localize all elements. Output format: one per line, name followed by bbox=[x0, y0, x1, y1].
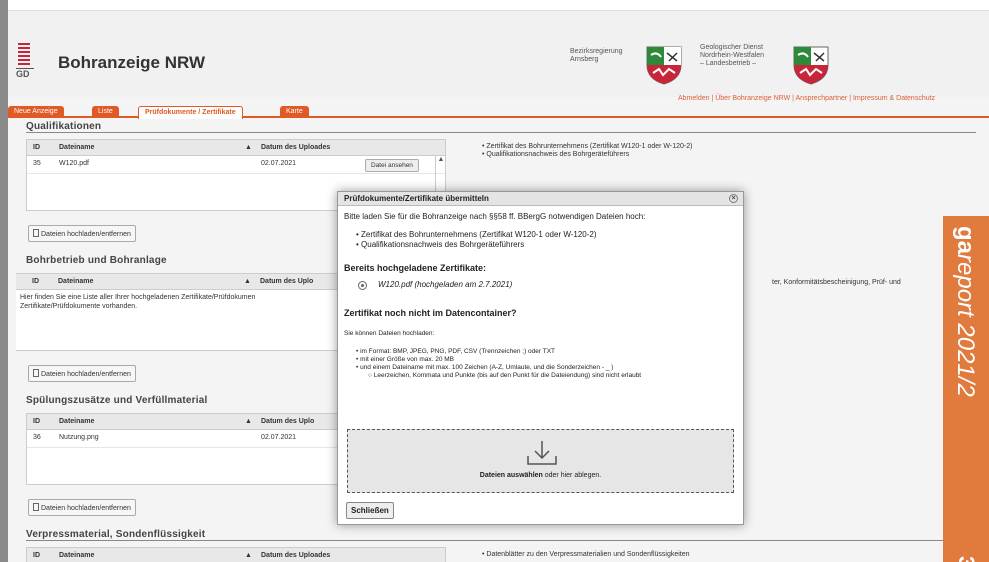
document-icon bbox=[33, 229, 39, 237]
close-button[interactable]: Schließen bbox=[346, 502, 394, 519]
org-gd-line1: Geologischer Dienst bbox=[700, 44, 764, 51]
rule-1: • im Format: BMP, JPEG, PNG, PDF, CSV (T… bbox=[356, 348, 556, 355]
rule-3: • und einem Dateiname mit max. 100 Zeich… bbox=[356, 364, 614, 371]
org-gd-line2: Nordrhein-Westfalen bbox=[700, 52, 765, 59]
tab-karte[interactable]: Karte bbox=[280, 106, 309, 118]
hint-bohrbetrieb: ter, Konformitätsbescheinigung, Prüf- un… bbox=[772, 279, 901, 286]
cell-datum: 02.07.2021 bbox=[261, 160, 297, 167]
banner-brand-italic: report 2021/2 bbox=[952, 254, 979, 397]
hint-verpress: • Datenblätter zu den Verpressmaterialie… bbox=[482, 551, 690, 558]
rule-2: • mit einer Größe von max. 20 MB bbox=[356, 356, 455, 363]
grid-verpress: ID Dateiname ▲ Datum des Uploades bbox=[26, 547, 446, 562]
org-bezreg-line1: Bezirksregierung bbox=[570, 48, 623, 55]
rule-4: ○ Leerzeichen, Kommata und Punkte (bis a… bbox=[368, 372, 642, 379]
upload-button-spuelung[interactable]: Dateien hochladen/entfernen bbox=[28, 499, 136, 516]
tab-bar: Neue Anzeige Liste Prüfdokumente / Zerti… bbox=[8, 106, 989, 119]
upload-label: Dateien hochladen/entfernen bbox=[41, 371, 131, 378]
hint-line-2: • Qualifikationsnachweis des Bohrgerätef… bbox=[482, 151, 630, 158]
gd-logo-text: GD bbox=[16, 68, 34, 79]
radio-icon[interactable] bbox=[358, 281, 367, 290]
app-header: GD Bohranzeige NRW Bezirksregierung Arns… bbox=[8, 11, 989, 97]
col-dateiname: Dateiname bbox=[59, 144, 95, 151]
col-datum: Datum des Uplo bbox=[261, 418, 315, 425]
tab-pruefdokumente[interactable]: Prüfdokumente / Zertifikate bbox=[138, 106, 243, 119]
upload-button-bohrbetrieb[interactable]: Dateien hochladen/entfernen bbox=[28, 365, 136, 382]
sort-icon[interactable]: ▲ bbox=[244, 278, 251, 285]
required-item-1: • Zertifikat des Bohrunternehmens (Zerti… bbox=[356, 230, 597, 239]
banner-brand-bold: ga bbox=[952, 226, 979, 255]
upload-dialog: Prüfdokumente/Zertifikate übermitteln × … bbox=[337, 191, 744, 525]
missing-heading: Zertifikat noch nicht im Datencontainer? bbox=[344, 308, 517, 318]
section-title-spuelung: Spülungszusätze und Verfüllmaterial bbox=[26, 395, 208, 406]
datei-ansehen-button[interactable]: Datei ansehen bbox=[365, 159, 419, 172]
col-id: ID bbox=[33, 552, 40, 559]
document-icon bbox=[33, 369, 39, 377]
col-dateiname: Dateiname bbox=[58, 278, 94, 285]
tab-neue-anzeige[interactable]: Neue Anzeige bbox=[8, 106, 64, 118]
close-icon[interactable]: × bbox=[729, 194, 738, 203]
uploaded-heading: Bereits hochgeladene Zertifikate: bbox=[344, 263, 487, 273]
col-datum: Datum des Uplo bbox=[260, 278, 314, 285]
rules-list: • im Format: BMP, JPEG, PNG, PDF, CSV (T… bbox=[356, 348, 641, 380]
section-title-verpress: Verpressmaterial, Sondenflüssigkeit bbox=[26, 529, 976, 541]
dropzone-rest: oder hier ablegen. bbox=[542, 472, 602, 479]
col-dateiname: Dateiname bbox=[59, 418, 95, 425]
col-dateiname: Dateiname bbox=[59, 552, 95, 559]
sort-icon[interactable]: ▲ bbox=[245, 418, 252, 425]
app-title: Bohranzeige NRW bbox=[58, 53, 206, 72]
col-id: ID bbox=[33, 418, 40, 425]
upload-label: Dateien hochladen/entfernen bbox=[41, 505, 131, 512]
hint-line-1: • Zertifikat des Bohrunternehmens (Zerti… bbox=[482, 143, 693, 150]
org-bezreg-line2: Arnsberg bbox=[570, 56, 599, 63]
org-gd: Geologischer Dienst Nordrhein-Westfalen … bbox=[700, 44, 764, 68]
hint-qualifikationen: • Zertifikat des Bohrunternehmens (Zerti… bbox=[482, 143, 692, 159]
org-gd-line3: – Landesbetrieb – bbox=[700, 60, 757, 67]
banner-brand: gareport 2021/2 bbox=[951, 226, 979, 397]
upload-button-qualifikationen[interactable]: Dateien hochladen/entfernen bbox=[28, 225, 136, 242]
section-title-qualifikationen: Qualifikationen bbox=[26, 121, 976, 133]
dialog-title: Prüfdokumente/Zertifikate übermitteln bbox=[344, 194, 489, 203]
grid-header: ID Dateiname ▲ Datum des Uploades bbox=[27, 548, 445, 562]
download-arrow-icon bbox=[527, 441, 557, 465]
dialog-intro: Bitte laden Sie für die Bohranzeige nach… bbox=[344, 212, 646, 221]
nrw-coat-of-arms-icon bbox=[646, 46, 682, 85]
select-files-link[interactable]: Dateien auswählen bbox=[480, 472, 543, 479]
required-item-2: • Qualifikationsnachweis des Bohrgerätef… bbox=[356, 240, 525, 249]
cell-id: 35 bbox=[33, 160, 41, 167]
cell-dateiname: W120.pdf bbox=[59, 160, 89, 167]
can-upload-text: Sie können Dateien hochladen: bbox=[344, 330, 435, 337]
org-bezreg: Bezirksregierung Arnsberg bbox=[570, 48, 623, 64]
tab-liste[interactable]: Liste bbox=[92, 106, 119, 118]
section-title-bohrbetrieb: Bohrbetrieb und Bohranlage bbox=[26, 255, 167, 266]
sort-icon[interactable]: ▲ bbox=[245, 552, 252, 559]
top-nav-links[interactable]: Abmelden | Über Bohranzeige NRW | Anspre… bbox=[678, 95, 935, 102]
col-datum: Datum des Uploades bbox=[261, 144, 331, 151]
sort-icon[interactable]: ▲ bbox=[245, 144, 252, 151]
grid-header: ID Dateiname ▲ Datum des Uploades bbox=[27, 140, 445, 156]
required-list: • Zertifikat des Bohrunternehmens (Zerti… bbox=[356, 230, 597, 250]
col-datum: Datum des Uploades bbox=[261, 552, 331, 559]
dropzone-text: Dateien auswählen oder hier ablegen. bbox=[348, 472, 733, 479]
file-dropzone[interactable]: Dateien auswählen oder hier ablegen. bbox=[347, 429, 734, 493]
col-id: ID bbox=[33, 144, 40, 151]
col-id: ID bbox=[32, 278, 39, 285]
gd-logo: GD bbox=[14, 43, 40, 81]
side-banner: gareport 2021/2 3 bbox=[943, 216, 989, 562]
nrw-coat-of-arms-icon-2 bbox=[793, 46, 829, 85]
upload-label: Dateien hochladen/entfernen bbox=[41, 231, 131, 238]
cell-datum: 02.07.2021 bbox=[261, 434, 297, 441]
page-edge-stripe bbox=[0, 0, 8, 562]
document-icon bbox=[33, 503, 39, 511]
page-number: 3 bbox=[954, 555, 979, 562]
uploaded-item: W120.pdf (hochgeladen am 2.7.2021) bbox=[378, 280, 513, 289]
cell-dateiname: Nutzung.png bbox=[59, 434, 99, 441]
dialog-titlebar: Prüfdokumente/Zertifikate übermitteln × bbox=[338, 192, 743, 206]
cell-id: 36 bbox=[33, 434, 41, 441]
